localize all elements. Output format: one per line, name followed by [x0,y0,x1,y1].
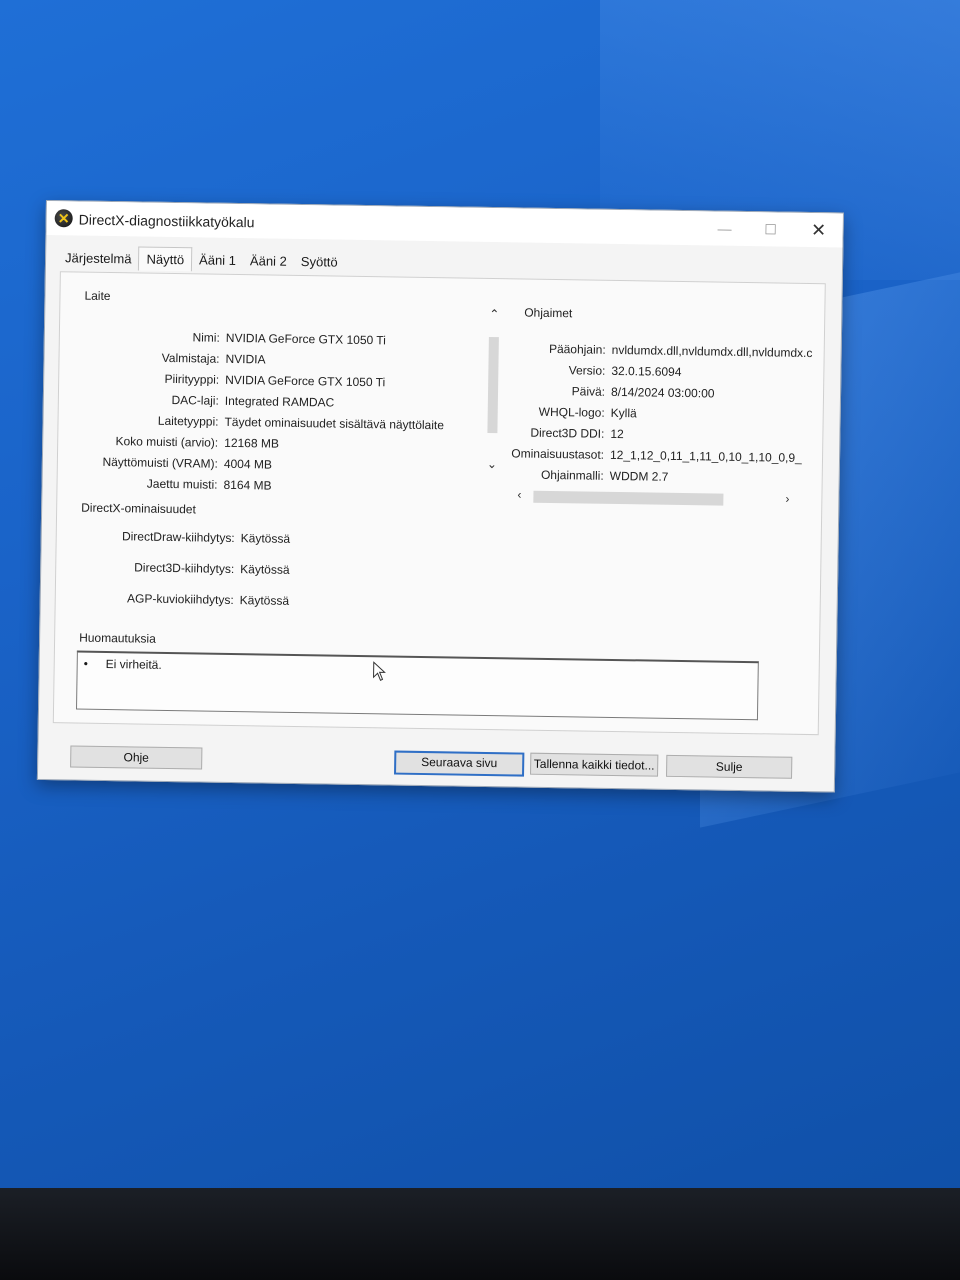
device-row: Piirityyppi: NVIDIA GeForce GTX 1050 Ti [59,370,385,389]
scrollbar-thumb[interactable] [487,336,499,434]
dxdiag-window: ✕ DirectX-diagnostiikkatyökalu — ☐ ✕ Jär… [36,200,844,793]
directx-row-value: Käytössä [240,562,290,577]
scroll-up-icon[interactable]: ⌃ [489,307,499,321]
window-title: DirectX-diagnostiikkatyökalu [78,211,255,231]
device-row-label: Piirityyppi: [164,371,220,387]
driver-row-value: Kyllä [610,405,637,421]
driver-row-value: 8/14/2024 03:00:00 [610,384,715,401]
note-item: Ei virheitä. [105,656,162,672]
directx-features-list: DirectDraw-kiihdytys: Käytössä Direct3D-k… [61,272,825,608]
notes-textbox[interactable]: • Ei virheitä. [76,650,759,721]
device-row: Valmistaja: NVIDIA [59,349,266,367]
maximize-button[interactable]: ☐ [756,218,784,240]
device-row: Laitetyyppi: Täydet ominaisuudet sisältäv… [58,412,444,432]
directx-row: Direct3D-kiihdytys: Käytössä [56,559,290,577]
save-all-info-button[interactable]: Tallenna kaikki tiedot... [530,752,659,777]
device-row-label: Näyttömuisti (VRAM): [102,454,218,471]
directx-row-label: Direct3D-kiihdytys: [134,560,235,577]
directx-row-label: DirectDraw-kiihdytys: [121,529,235,546]
device-row: Nimi: NVIDIA GeForce GTX 1050 Ti [60,328,386,347]
directx-row-value: Käytössä [239,593,290,608]
display-tab-panel: Laite Nimi: NVIDIA GeForce GTX 1050 Ti Va… [52,271,826,736]
device-info-list: Nimi: NVIDIA GeForce GTX 1050 Ti Valmista… [61,272,825,492]
drivers-horizontal-scrollbar[interactable]: ‹ › [517,487,797,507]
scroll-down-icon[interactable]: ⌄ [487,457,497,471]
driver-row: Versio: 32.0.15.6094 [511,362,682,380]
tab-input[interactable]: Syöttö [294,250,345,274]
close-button[interactable]: Sulje [666,754,793,779]
device-row: DAC-laji: Integrated RAMDAC [59,391,335,410]
device-row-value: Täydet ominaisuudet sisältävä näyttölait… [224,414,445,433]
driver-info-list: Pääohjain: nvldumdx.dll,nvldumdx.dll,nvld… [61,272,825,484]
driver-row-value: WDDM 2.7 [609,468,669,484]
directx-row: DirectDraw-kiihdytys: Käytössä [57,528,291,546]
tab-sound-2[interactable]: Ääni 2 [243,249,294,273]
driver-row-value: 32.0.15.6094 [611,363,682,380]
device-row-value: 4004 MB [223,456,273,472]
driver-row-label: Versio: [568,363,606,378]
directx-icon: ✕ [54,209,73,228]
driver-row-value: 12 [610,426,624,442]
device-row-value: NVIDIA [225,351,266,367]
next-page-button[interactable]: Seuraava sivu [394,750,525,777]
device-section-label: Laite [84,288,111,304]
device-row-label: Valmistaja: [161,350,220,366]
notes-section-label: Huomautuksia [79,630,156,646]
drivers-section-label: Ohjaimet [524,305,573,321]
mouse-cursor-icon [373,661,386,681]
directx-row-label: AGP-kuviokiihdytys: [126,591,234,607]
driver-row-value: 12_1,12_0,11_1,11_0,10_1,10_0,9_ [609,447,802,465]
driver-row: Pääohjain: nvldumdx.dll,nvldumdx.dll,nvld… [512,341,813,360]
device-row-value: Integrated RAMDAC [224,393,335,410]
driver-row: Päivä: 8/14/2024 03:00:00 [511,383,715,400]
device-row-label: DAC-laji: [171,392,219,408]
driver-row: WHQL-logo: Kyllä [511,404,637,421]
device-vertical-scrollbar[interactable]: ⌃ ⌄ [484,307,503,483]
driver-row-label: Päivä: [571,384,606,399]
scrollbar-thumb[interactable] [533,490,724,506]
tab-display[interactable]: Näyttö [138,246,193,272]
scroll-right-icon[interactable]: › [785,492,789,506]
device-row-label: Koko muisti (arvio): [115,434,219,450]
driver-row-label: Ominaisuustasot: [511,446,605,462]
driver-row-label: Direct3D DDI: [530,425,605,441]
driver-row-label: Pääohjain: [548,341,606,357]
tab-strip: Järjestelmä Näyttö Ääni 1 Ääni 2 Syöttö [58,245,345,273]
driver-row-label: WHQL-logo: [538,404,605,420]
driver-row: Direct3D DDI: 12 [510,425,624,441]
minimize-button[interactable]: — [710,217,738,239]
bullet-icon: • [83,656,89,671]
driver-row: Ohjainmalli: WDDM 2.7 [510,467,669,484]
tab-sound-1[interactable]: Ääni 1 [192,248,243,272]
close-window-button[interactable]: ✕ [804,219,832,241]
driver-row: Ominaisuustasot: 12_1,12_0,11_1,11_0,10_1… [510,446,802,465]
tab-system[interactable]: Järjestelmä [58,246,139,270]
directx-section-label: DirectX-ominaisuudet [81,500,196,517]
device-row-value: 8164 MB [223,477,272,493]
device-row: Näyttömuisti (VRAM): 4004 MB [58,454,273,472]
device-row: Jaettu muisti: 8164 MB [57,475,272,493]
directx-row: AGP-kuviokiihdytys: Käytössä [56,590,290,608]
monitor-bezel [0,1188,960,1280]
device-row-value: NVIDIA GeForce GTX 1050 Ti [225,330,387,348]
device-row-label: Nimi: [192,330,220,345]
device-row: Koko muisti (arvio): 12168 MB [58,433,280,451]
device-row-label: Jaettu muisti: [146,476,218,492]
driver-row-value: nvldumdx.dll,nvldumdx.dll,nvldumdx.c [611,342,813,361]
device-row-value: 12168 MB [224,435,280,451]
device-row-value: NVIDIA GeForce GTX 1050 Ti [225,372,386,390]
help-button[interactable]: Ohje [70,745,203,770]
directx-row-value: Käytössä [240,531,291,546]
driver-row-label: Ohjainmalli: [540,467,604,483]
scroll-left-icon[interactable]: ‹ [517,487,521,501]
device-row-label: Laitetyyppi: [157,413,219,429]
